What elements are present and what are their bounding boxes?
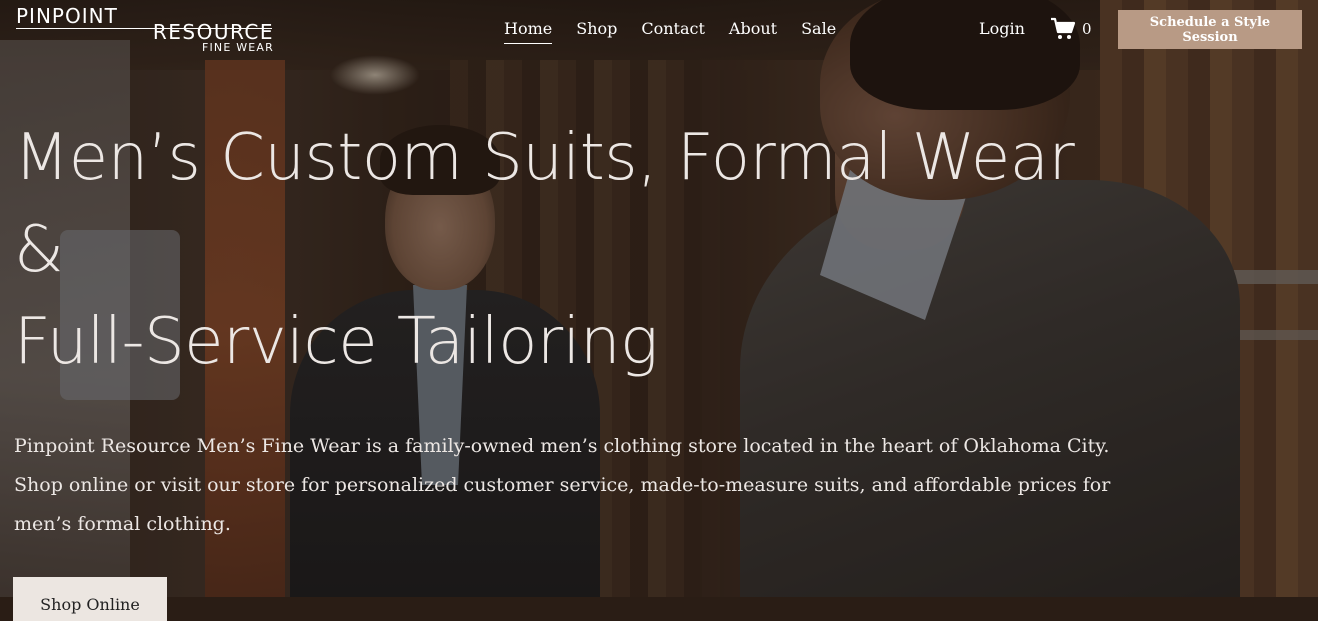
- nav-item-shop[interactable]: Shop: [576, 18, 617, 44]
- nav-item-home[interactable]: Home: [504, 18, 553, 44]
- login-link[interactable]: Login: [979, 18, 1025, 40]
- logo-text-pinpoint: PINPOINT: [16, 4, 118, 28]
- hero-title: Men’s Custom Suits, Formal Wear & Full-S…: [14, 112, 1214, 388]
- site-logo[interactable]: PINPOINT RESOURCE FINE WEAR: [16, 6, 274, 56]
- site-header: PINPOINT RESOURCE FINE WEAR Home Shop Co…: [0, 0, 1318, 60]
- cart-button[interactable]: 0: [1050, 17, 1092, 41]
- main-nav: Home Shop Contact About Sale: [504, 18, 836, 44]
- nav-item-about[interactable]: About: [729, 18, 777, 44]
- cart-icon: [1051, 17, 1076, 39]
- nav-item-contact[interactable]: Contact: [641, 18, 705, 44]
- hero-description: Pinpoint Resource Men’s Fine Wear is a f…: [14, 435, 1111, 535]
- logo-text-fine-wear: FINE WEAR: [201, 41, 274, 54]
- hero-title-line-3: Full-Service Tailoring: [14, 305, 658, 379]
- nav-item-sale[interactable]: Sale: [801, 18, 836, 44]
- cart-count-badge: 0: [1082, 20, 1092, 38]
- hero-title-line-1: Men’s Custom Suits, Formal Wear: [14, 121, 1075, 195]
- schedule-style-session-button[interactable]: Schedule a Style Session: [1118, 10, 1302, 49]
- logo-text-resource: RESOURCE: [152, 20, 274, 44]
- hero-title-line-2: &: [14, 213, 64, 287]
- shop-online-button[interactable]: Shop Online: [13, 577, 167, 621]
